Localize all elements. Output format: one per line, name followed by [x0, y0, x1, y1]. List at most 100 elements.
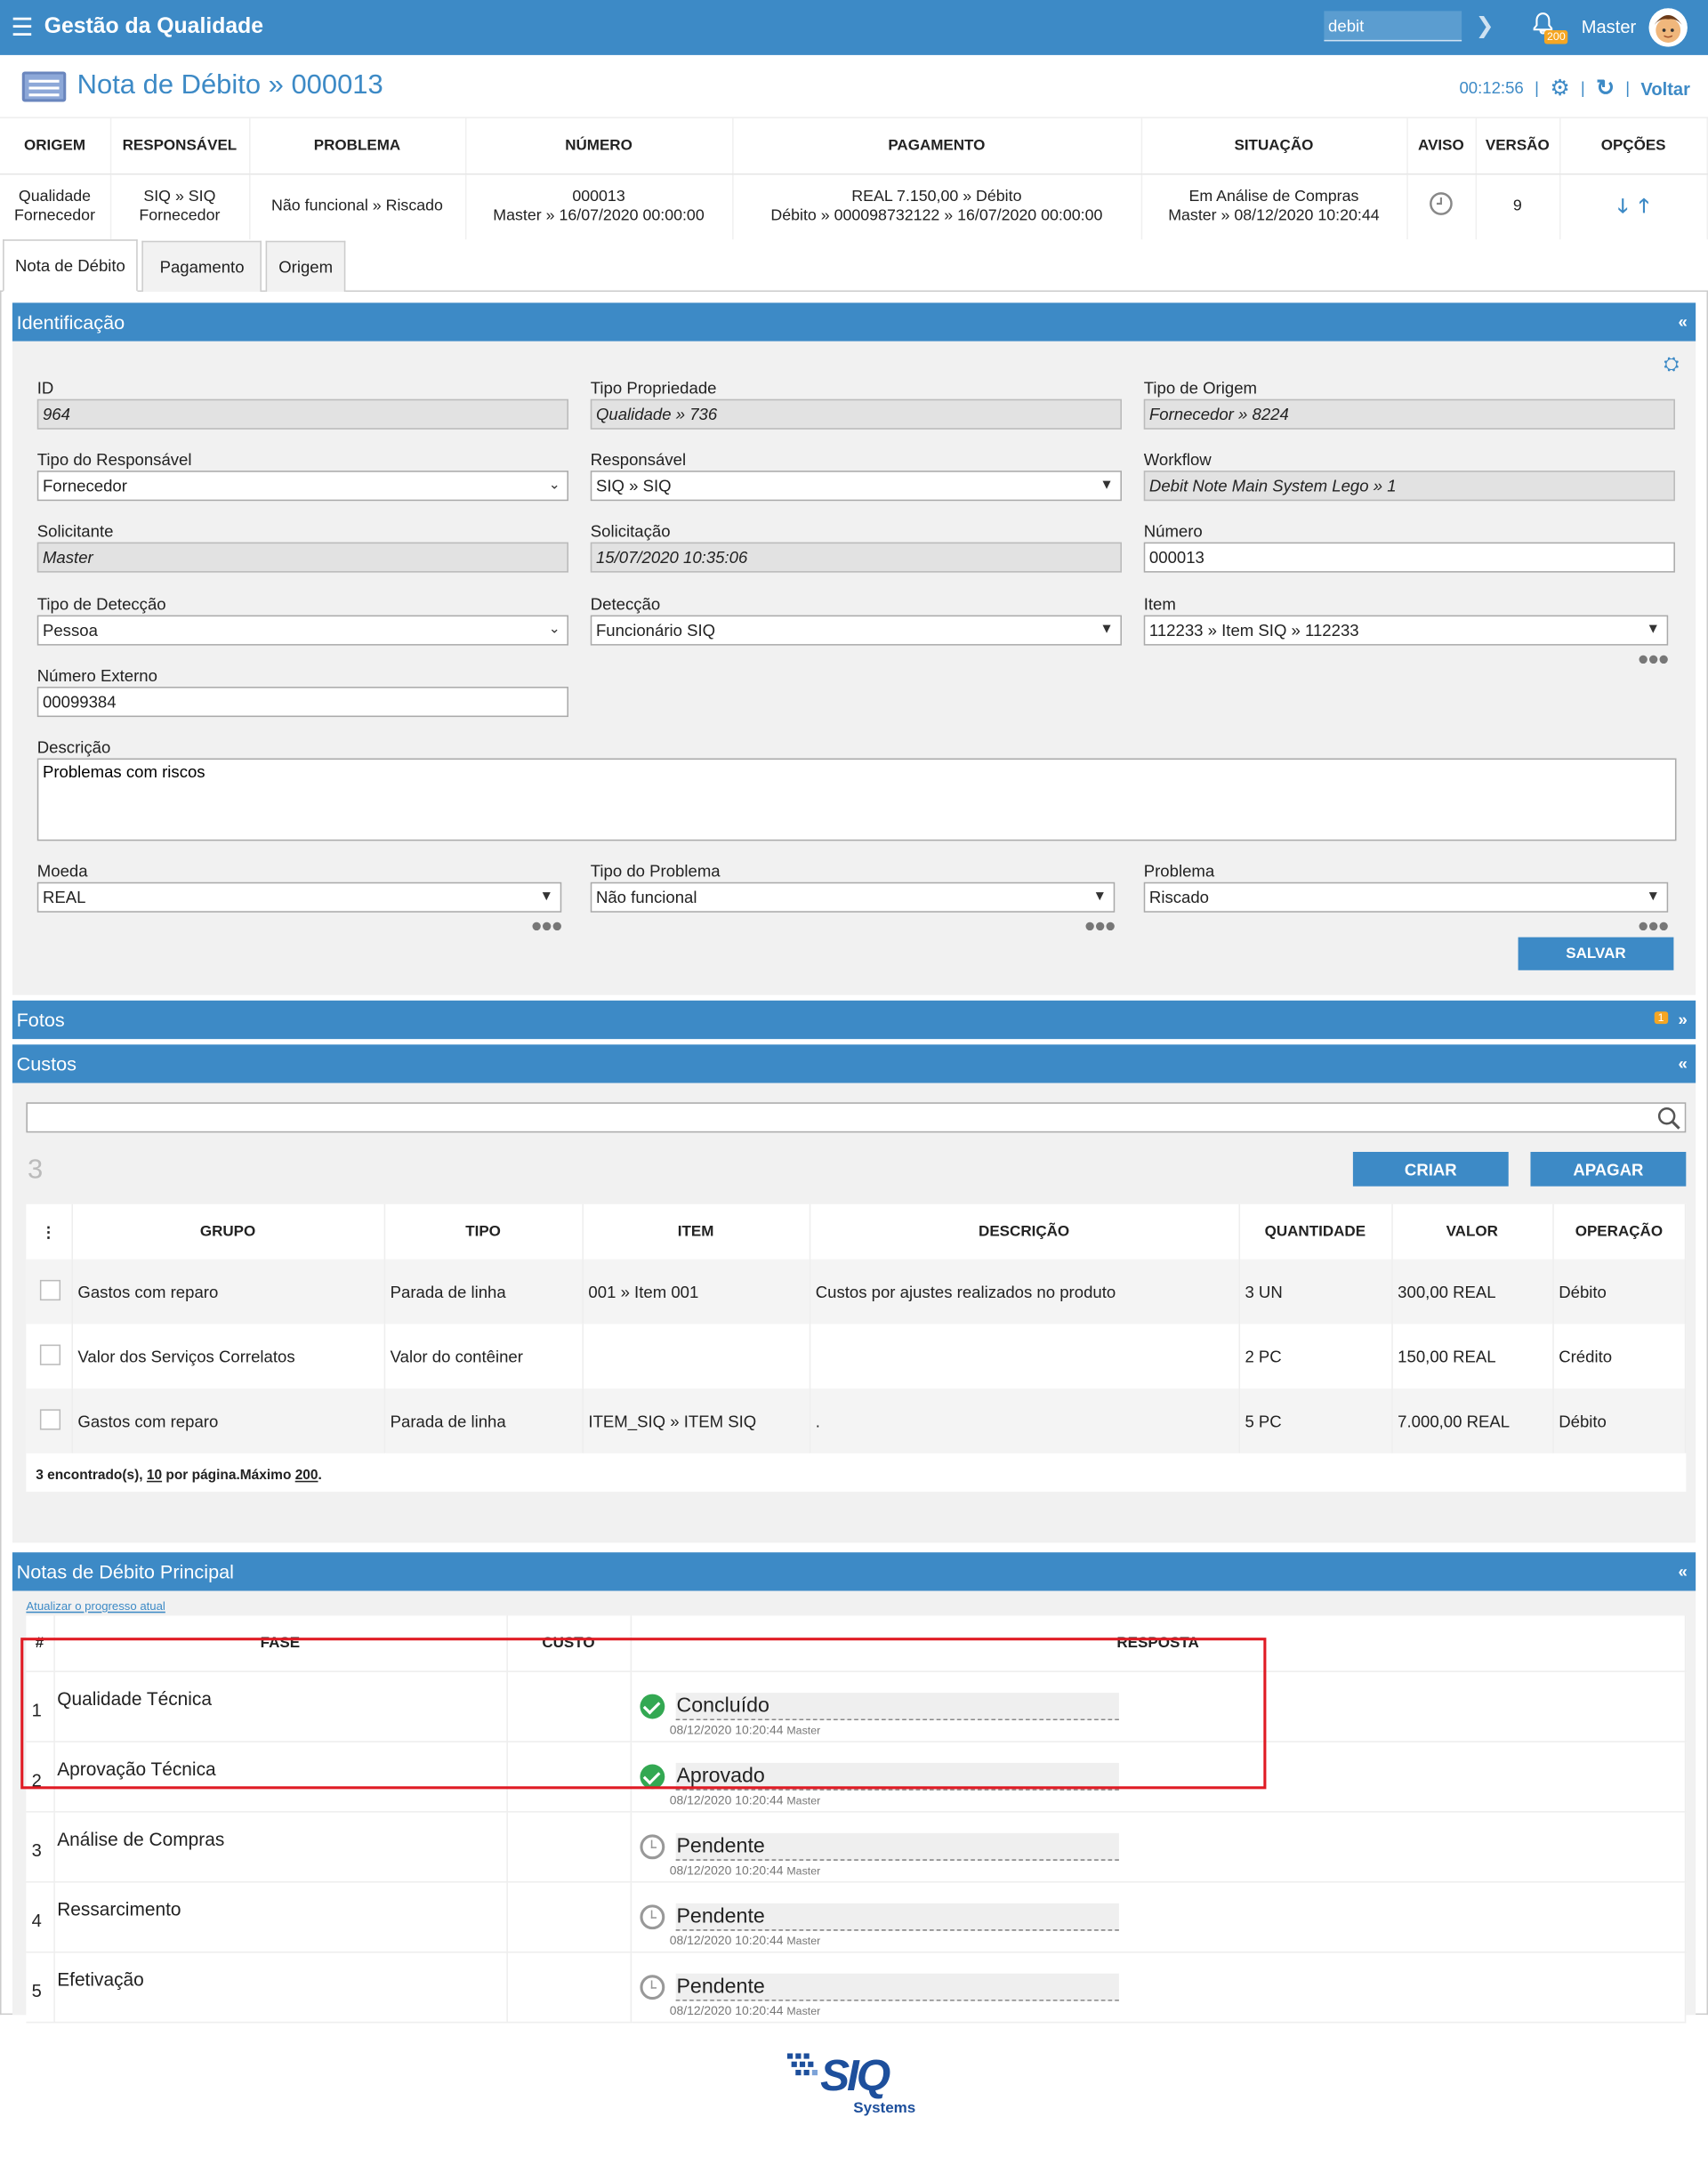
phase-row: 3 Análise de Compras Pendente 08/12/2020 …: [26, 1811, 1687, 1882]
per-page-link[interactable]: 10: [147, 1469, 162, 1484]
table-row[interactable]: Valor dos Serviços Correlatos Valor do co…: [26, 1324, 1687, 1389]
descricao-textarea[interactable]: Problemas com riscos: [36, 758, 1677, 841]
identificacao-header[interactable]: Identificação «: [12, 302, 1696, 342]
tab-pagamento[interactable]: Pagamento: [141, 240, 262, 293]
more-options-icon[interactable]: ●●●: [1084, 914, 1116, 936]
table-row[interactable]: Gastos com reparo Parada de linha 001 » It…: [26, 1259, 1687, 1324]
tipo-responsavel-select[interactable]: Fornecedor ⌄: [36, 471, 568, 502]
caret-down-icon: ▼: [1646, 622, 1660, 638]
column-menu-icon[interactable]: ⋮: [26, 1203, 73, 1260]
tipo-problema-label: Tipo do Problema: [590, 861, 721, 881]
tab-origem[interactable]: Origem: [266, 240, 346, 293]
col-valor[interactable]: VALOR: [1391, 1203, 1554, 1260]
more-options-icon[interactable]: ●●●: [1638, 914, 1670, 936]
delete-button[interactable]: APAGAR: [1530, 1152, 1687, 1187]
more-options-icon[interactable]: ●●●: [531, 914, 563, 936]
title-row: Nota de Débito » 000013 00:12:56 | ⚙ | ↻…: [0, 55, 1708, 119]
moeda-select[interactable]: REAL ▼: [36, 881, 562, 913]
tipo-problema-select[interactable]: Não funcional ▼: [590, 881, 1116, 913]
save-button[interactable]: SALVAR: [1518, 937, 1674, 970]
notification-badge: 200: [1543, 30, 1568, 44]
numero-externo-input[interactable]: 00099384: [36, 687, 568, 718]
siq-logo: SIQ Systems: [786, 2050, 925, 2119]
problema-select[interactable]: Riscado ▼: [1143, 881, 1669, 913]
caret-down-icon: ▼: [539, 889, 553, 905]
create-button[interactable]: CRIAR: [1352, 1152, 1509, 1187]
collapse-icon[interactable]: «: [1679, 1552, 1688, 1590]
responsavel-label: Responsável: [590, 449, 687, 470]
notas-header[interactable]: Notas de Débito Principal «: [12, 1552, 1696, 1591]
app-title: Gestão da Qualidade: [44, 15, 263, 39]
tipo-propriedade-label: Tipo Propriedade: [590, 378, 717, 398]
chevron-right-icon[interactable]: ❯: [1476, 12, 1494, 40]
deteccao-select[interactable]: Funcionário SIQ ▼: [590, 615, 1122, 646]
pagination-info: 3 encontrado(s), 10 por página.Máximo 20…: [26, 1453, 1687, 1493]
back-link[interactable]: Voltar: [1640, 77, 1690, 98]
col-descricao[interactable]: DESCRIÇÃO: [809, 1203, 1240, 1260]
refresh-icon[interactable]: ↻: [1596, 75, 1615, 102]
item-label: Item: [1143, 594, 1176, 615]
summary-aviso: [1406, 173, 1477, 240]
tipo-propriedade-field: Qualidade » 736: [590, 398, 1122, 430]
summary-problema: Não funcional » Riscado: [249, 173, 466, 240]
max-link[interactable]: 200: [295, 1469, 318, 1484]
document-list-icon: [21, 70, 67, 101]
phase-name: Efetivação: [53, 1951, 508, 2023]
tab-bar: Nota de Débito Pagamento Origem: [0, 239, 1708, 293]
arrow-up-icon[interactable]: 🡑: [1639, 195, 1648, 217]
arrow-down-icon[interactable]: 🡓: [1618, 195, 1628, 217]
col-item[interactable]: ITEM: [582, 1203, 810, 1260]
id-label: ID: [36, 378, 54, 398]
refresh-progress-link[interactable]: Atualizar o progresso atual: [26, 1599, 165, 1613]
row-checkbox[interactable]: [39, 1279, 61, 1300]
col-numero: NÚMERO: [464, 118, 733, 174]
avatar[interactable]: [1648, 8, 1688, 47]
session-timer: 00:12:56: [1459, 78, 1524, 98]
col-grupo[interactable]: GRUPO: [71, 1203, 385, 1260]
phase-status[interactable]: Pendente: [674, 1972, 1119, 2000]
summary-origem: Qualidade Fornecedor: [0, 173, 111, 240]
phase-status[interactable]: Pendente: [674, 1832, 1119, 1861]
collapse-icon[interactable]: «: [1679, 1044, 1688, 1083]
numero-input[interactable]: 000013: [1143, 542, 1675, 573]
table-row[interactable]: Gastos com reparo Parada de linha ITEM_SIQ…: [26, 1388, 1687, 1453]
custos-header[interactable]: Custos «: [12, 1044, 1696, 1083]
tipo-deteccao-select[interactable]: Pessoa ⌄: [36, 615, 568, 646]
search-input[interactable]: [1324, 11, 1462, 42]
summary-versao: 9: [1475, 173, 1560, 240]
hamburger-menu-icon[interactable]: ☰: [11, 15, 33, 40]
solicitacao-label: Solicitação: [590, 521, 671, 542]
item-select[interactable]: 112233 » Item SIQ » 112233 ▼: [1143, 615, 1669, 646]
clock-icon: [639, 1833, 665, 1859]
page-title: Nota de Débito » 000013: [77, 69, 383, 101]
col-quantidade[interactable]: QUANTIDADE: [1238, 1203, 1392, 1260]
row-checkbox[interactable]: [39, 1343, 61, 1365]
col-tipo[interactable]: TIPO: [383, 1203, 584, 1260]
col-operacao[interactable]: OPERAÇÃO: [1552, 1203, 1687, 1260]
chevron-down-icon: ⌄: [548, 622, 560, 638]
responsavel-select[interactable]: SIQ » SIQ ▼: [590, 471, 1122, 502]
tipo-origem-label: Tipo de Origem: [1143, 378, 1258, 398]
phase-row: 4 Ressarcimento Pendente 08/12/2020 10:20…: [26, 1881, 1687, 1952]
custos-search-input[interactable]: [26, 1102, 1687, 1133]
expand-icon[interactable]: »: [1679, 1001, 1688, 1039]
tab-nota-de-debito[interactable]: Nota de Débito: [3, 239, 138, 293]
row-checkbox[interactable]: [39, 1408, 61, 1429]
summary-opcoes: 🡓 🡑: [1559, 173, 1708, 240]
collapse-icon[interactable]: «: [1679, 302, 1688, 341]
phase-name: Ressarcimento: [53, 1881, 508, 1952]
phase-status[interactable]: Pendente: [674, 1903, 1119, 1930]
binoculars-icon[interactable]: ⛭: [1664, 352, 1679, 375]
problema-label: Problema: [1143, 861, 1215, 881]
id-field: 964: [36, 398, 568, 430]
fotos-header[interactable]: Fotos 1 »: [12, 1000, 1696, 1040]
search-icon[interactable]: [1657, 1107, 1680, 1130]
custos-body: 3 CRIAR APAGAR ⋮ GRUPO TIPO ITEM DESCRIÇ…: [12, 1083, 1696, 1543]
gear-icon[interactable]: ⚙: [1550, 75, 1569, 102]
col-problema: PROBLEMA: [249, 118, 466, 174]
user-name[interactable]: Master: [1582, 17, 1636, 37]
more-options-icon[interactable]: ●●●: [1638, 647, 1670, 669]
clock-icon[interactable]: [1429, 191, 1454, 216]
top-bar: ☰ Gestão da Qualidade ❯ 200 Master: [0, 0, 1708, 55]
identificacao-body: ⛭ ID 964 Tipo Propriedade Qualidade » 736 …: [12, 341, 1696, 995]
